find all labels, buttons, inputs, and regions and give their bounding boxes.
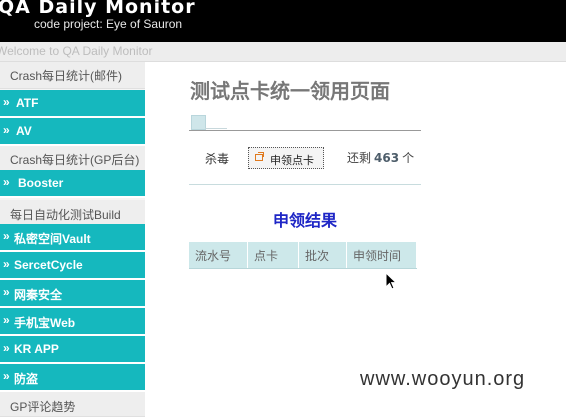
sidebar-item-anti-theft[interactable]: » 防盗 — [0, 364, 145, 392]
remaining-count-text: 还剩 463 个 — [347, 149, 414, 166]
sidebar-item-atf[interactable]: » ATF — [0, 90, 145, 118]
sidebar-item-label: 网秦安全 — [14, 288, 63, 302]
double-chevron-right-icon: » — [3, 285, 10, 299]
welcome-bar: Welcome to QA Daily Monitor — [0, 42, 566, 62]
divider — [189, 184, 421, 185]
external-window-icon — [255, 152, 264, 161]
antivirus-label: 杀毒 — [205, 152, 230, 166]
sidebar-section-auto-test[interactable]: 每日自动化测试Build — [0, 200, 145, 225]
remaining-unit: 个 — [402, 151, 415, 165]
sidebar-section-label: 每日自动化测试Build — [10, 208, 121, 222]
watermark: www.wooyun.org — [360, 368, 526, 390]
remaining-prefix: 还剩 — [347, 151, 372, 165]
table-header-row: 流水号 点卡 批次 申领时间 — [189, 242, 417, 269]
double-chevron-right-icon: » — [3, 369, 10, 383]
double-chevron-right-icon: » — [3, 123, 10, 137]
sidebar-item-booster[interactable]: » Booster — [0, 170, 145, 198]
results-heading: 申领结果 — [272, 211, 337, 230]
sidebar-item-label: AV — [16, 124, 32, 138]
sidebar-item-label: Booster — [18, 176, 64, 190]
card-toolbar: 杀毒 申领点卡 还剩 463 个 — [189, 144, 421, 184]
sidebar-item-label: SercetCycle — [14, 258, 83, 272]
mouse-pointer-icon — [385, 272, 397, 290]
results-table: 流水号 点卡 批次 申领时间 — [189, 242, 417, 269]
sidebar-item-label: 手机宝Web — [14, 316, 76, 330]
sidebar-item-label: ATF — [16, 96, 39, 110]
double-chevron-right-icon: » — [3, 229, 10, 243]
sidebar-item-label: 防盗 — [14, 372, 39, 386]
sidebar-section-crash-mail[interactable]: Crash每日统计(邮件) — [0, 62, 145, 89]
sidebar-item-sercetcycle[interactable]: » SercetCycle — [0, 252, 145, 280]
double-chevron-right-icon: » — [3, 313, 10, 327]
sidebar-section-label: GP评论趋势 — [10, 400, 76, 414]
page-title: 测试点卡统一领用页面 — [190, 79, 390, 103]
sidebar-item-label: 私密空间Vault — [14, 232, 91, 246]
divider — [205, 128, 227, 129]
divider — [189, 130, 421, 131]
claim-card-button-label: 申领点卡 — [270, 154, 314, 167]
claim-card-button[interactable]: 申领点卡 — [248, 147, 324, 169]
column-header-serial: 流水号 — [189, 242, 248, 269]
sidebar-section-label: Crash每日统计(GP后台) — [10, 153, 140, 167]
double-chevron-right-icon: » — [3, 95, 10, 109]
sidebar-item-netqin-security[interactable]: » 网秦安全 — [0, 280, 145, 308]
double-chevron-right-icon: » — [3, 341, 10, 355]
remaining-count: 463 — [374, 151, 400, 165]
sidebar-item-mobile-web[interactable]: » 手机宝Web — [0, 308, 145, 336]
main-content: 测试点卡统一领用页面 杀毒 申领点卡 还剩 463 个 申领结果 流水号 点卡 批次… — [145, 62, 566, 409]
title-tab-marker — [191, 115, 206, 130]
sidebar-item-kr-app[interactable]: » KR APP — [0, 336, 145, 364]
sidebar-item-vault[interactable]: » 私密空间Vault — [0, 224, 145, 252]
sidebar-section-label: Crash每日统计(邮件) — [10, 69, 123, 83]
sidebar-item-av[interactable]: » AV — [0, 118, 145, 146]
column-header-claim-time: 申领时间 — [346, 242, 417, 269]
column-header-batch: 批次 — [298, 242, 347, 269]
double-chevron-right-icon: » — [3, 257, 10, 271]
app-title: QA Daily Monitor — [0, 0, 196, 18]
double-chevron-right-icon: » — [3, 175, 10, 189]
app-header: QA Daily Monitor code project: Eye of Sa… — [0, 0, 566, 42]
sidebar-section-crash-gp[interactable]: Crash每日统计(GP后台) — [0, 146, 145, 171]
sidebar-item-label: KR APP — [14, 342, 59, 356]
column-header-card: 点卡 — [247, 242, 299, 269]
app-subtitle: code project: Eye of Sauron — [34, 17, 183, 31]
sidebar-section-gp-reviews[interactable]: GP评论趋势 — [0, 392, 145, 417]
welcome-text: Welcome to QA Daily Monitor — [0, 44, 153, 58]
sidebar: Crash每日统计(邮件) » ATF » AV Crash每日统计(GP后台)… — [0, 62, 145, 417]
